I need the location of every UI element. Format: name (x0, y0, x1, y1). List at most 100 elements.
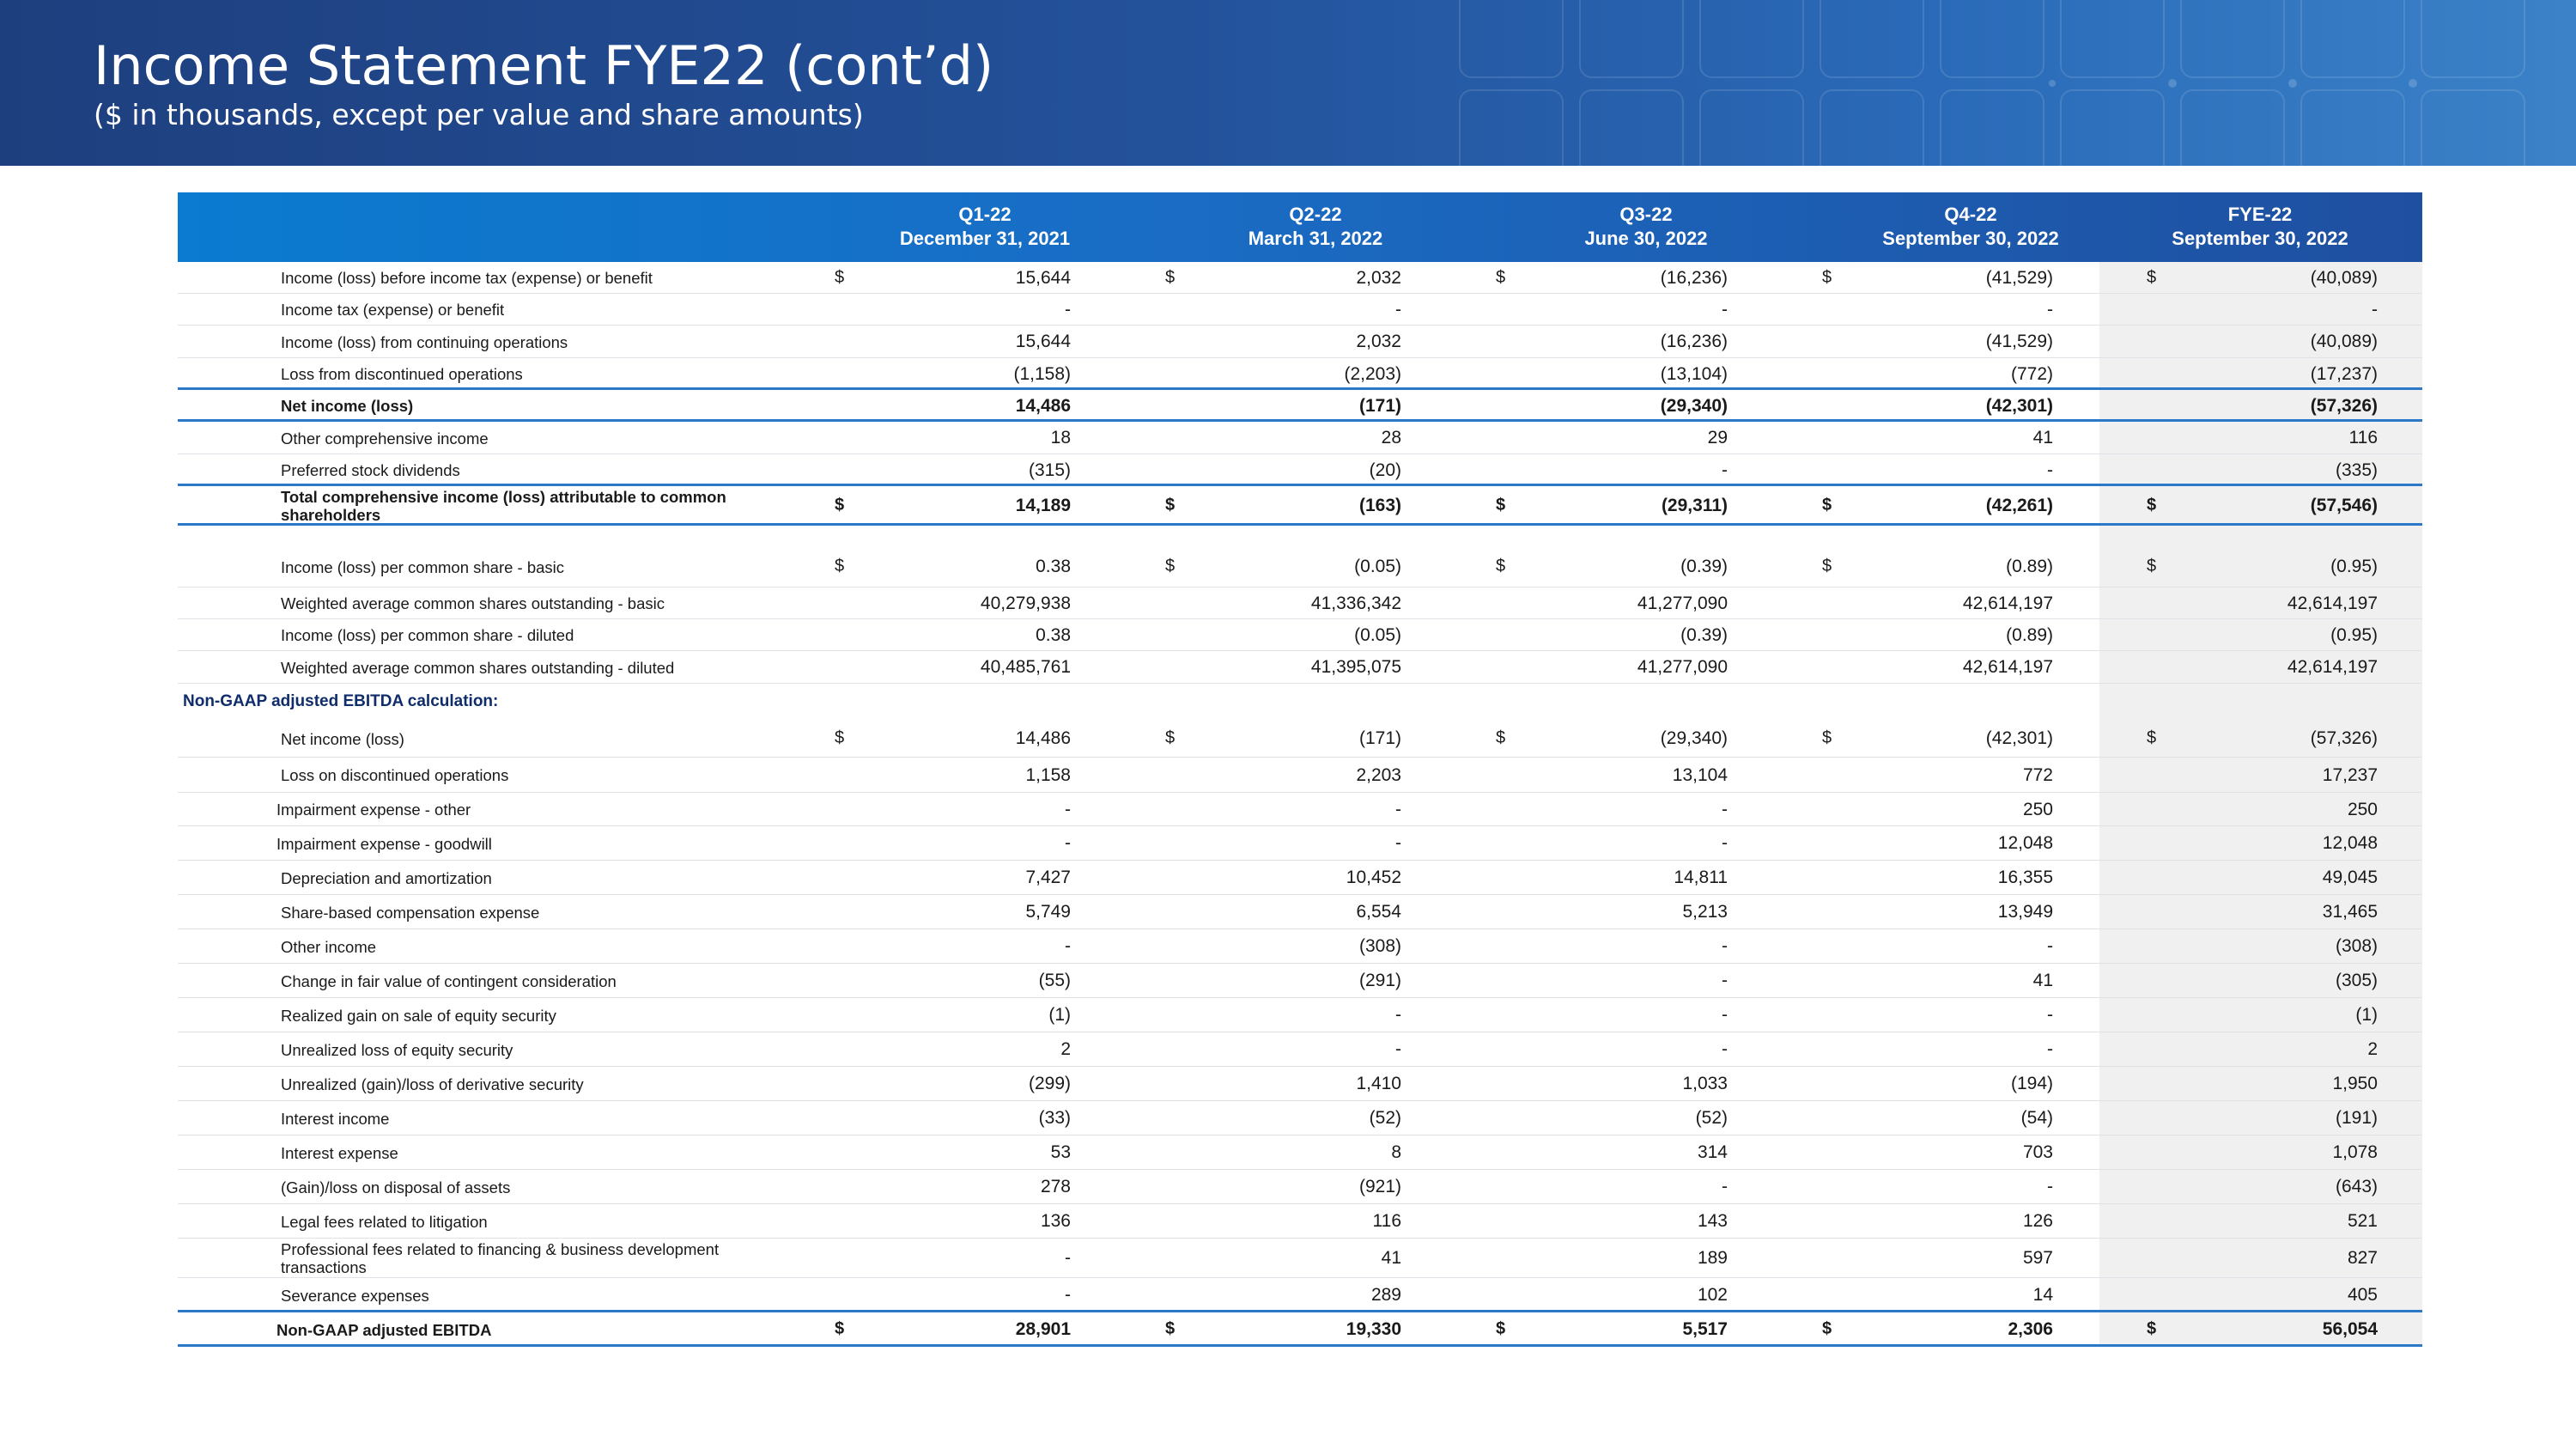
column-header-q4: Q4-22 September 30, 2022 (1882, 204, 2059, 249)
row-label: Weighted average common shares outstandi… (281, 659, 675, 677)
cell-value: - (1065, 833, 1071, 853)
table-row: Impairment expense - goodwill - - - 12,048 12… (178, 826, 2422, 861)
income-statement-table: Q1-22 December 31, 2021 Q2-22 March 31, … (178, 192, 2422, 1347)
cell-value: - (2047, 1039, 2053, 1059)
cell-value: 2,203 (1356, 765, 1401, 785)
row-label: Other comprehensive income (281, 429, 489, 447)
cell-value: 5,749 (1025, 902, 1071, 922)
cell-value: - (1722, 300, 1728, 320)
cell-value: - (1722, 1039, 1728, 1059)
cell-value: - (2372, 300, 2378, 320)
column-header-q2: Q2-22 March 31, 2022 (1248, 204, 1383, 249)
table-row: Impairment expense - other - - - 250 250 (178, 793, 2422, 826)
cell-value: 278 (1040, 1177, 1071, 1196)
cell-value: - (1395, 833, 1401, 853)
table-row: Legal fees related to litigation 136 116 14… (178, 1204, 2422, 1239)
table-row: Preferred stock dividends (315) (20) - - (335… (178, 454, 2422, 486)
cell-value: (163) (1358, 496, 1401, 515)
row-label: Preferred stock dividends (281, 461, 460, 479)
cell-value: 42,614,197 (1962, 657, 2053, 677)
cell-value: 5,517 (1682, 1319, 1728, 1339)
cell-value: 14,189 (1015, 496, 1071, 515)
cell-value: (55) (1038, 971, 1071, 990)
table-row: Depreciation and amortization 7,427 10,452… (178, 861, 2422, 895)
table-row: Income (loss) per common share - basic $0… (178, 546, 2422, 588)
cell-value: (0.39) (1680, 625, 1728, 645)
cell-value: 10,452 (1346, 868, 1401, 887)
table-row: Interest income (33) (52) (52) (54) (191) (178, 1101, 2422, 1135)
cell-value: (191) (2335, 1108, 2378, 1128)
cell-value: (16,236) (1660, 332, 1728, 351)
cell-value: 41,336,342 (1310, 594, 1401, 613)
section-label: Non-GAAP adjusted EBITDA calculation: (183, 692, 499, 710)
row-label: Other income (281, 938, 377, 956)
cell-value: (13,104) (1660, 364, 1728, 384)
table-row: Total comprehensive income (loss) attrib… (178, 486, 2422, 526)
cell-value: (16,236) (1660, 268, 1728, 288)
cell-value: (194) (2010, 1074, 2053, 1093)
cell-value: - (1065, 1248, 1071, 1268)
cell-value: (335) (2335, 460, 2378, 480)
cell-value: (0.89) (2006, 625, 2053, 645)
cell-value: (0.95) (2330, 557, 2378, 576)
cell-value: 29 (1707, 428, 1728, 447)
cell-value: (40,089) (2310, 268, 2378, 288)
table-body: Income (loss) before income tax (expense… (178, 262, 2422, 1347)
cell-value: (0.95) (2330, 625, 2378, 645)
cell-value: 41,277,090 (1637, 594, 1728, 613)
cell-value: 40,485,761 (980, 657, 1071, 677)
table-row: Non-GAAP adjusted EBITDA $28,901 $19,330 $5… (178, 1312, 2422, 1347)
cell-value: 6,554 (1356, 902, 1401, 922)
cell-value: (57,546) (2310, 496, 2378, 515)
cell-value: 703 (2022, 1142, 2053, 1162)
page-title: Income Statement FYE22 (cont’d) (94, 34, 994, 97)
row-label: Unrealized loss of equity security (281, 1041, 513, 1059)
table-row: Income (loss) from continuing operations… (178, 326, 2422, 358)
cell-value: 1,410 (1356, 1074, 1401, 1093)
cell-value: (0.89) (2006, 557, 2053, 576)
row-label: Net income (loss) (281, 397, 414, 415)
row-label: Weighted average common shares outstandi… (281, 594, 665, 612)
cell-value: 250 (2347, 800, 2378, 819)
row-label: Loss on discontinued operations (281, 766, 509, 784)
cell-value: (643) (2335, 1177, 2378, 1196)
table-row: Other income - (308) - - (308) (178, 929, 2422, 964)
cell-value: 189 (1697, 1248, 1728, 1268)
cell-value: 2 (1060, 1039, 1071, 1059)
cell-value: - (2047, 1005, 2053, 1025)
cell-value: (17,237) (2310, 364, 2378, 384)
table-row: Loss from discontinued operations (1,158)… (178, 358, 2422, 390)
row-label: Severance expenses (281, 1287, 429, 1305)
cell-value: 15,644 (1015, 268, 1071, 288)
row-label: Income (loss) per common share - basic (281, 558, 565, 576)
cell-value: 521 (2347, 1211, 2378, 1231)
cell-value: 41,277,090 (1637, 657, 1728, 677)
cell-value: 42,614,197 (2287, 594, 2378, 613)
cell-value: - (1722, 1005, 1728, 1025)
cell-value: - (1065, 300, 1071, 320)
cell-value: 28 (1381, 428, 1401, 447)
row-label: Professional fees related to financing &… (281, 1240, 720, 1276)
cell-value: (20) (1369, 460, 1401, 480)
table-row: Professional fees related to financing &… (178, 1239, 2422, 1278)
column-header-q3: Q3-22 June 30, 2022 (1584, 204, 1708, 249)
cell-value: (52) (1369, 1108, 1401, 1128)
cell-value: (305) (2335, 971, 2378, 990)
table-row: Income tax (expense) or benefit - - - - - (178, 294, 2422, 326)
cell-value: (40,089) (2310, 332, 2378, 351)
cell-value: (1) (2355, 1005, 2378, 1025)
cell-value: - (1395, 800, 1401, 819)
row-label: Interest expense (281, 1144, 398, 1162)
cell-value: 0.38 (1036, 625, 1071, 645)
table-row: Unrealized (gain)/loss of derivative sec… (178, 1067, 2422, 1101)
cell-value: 1,033 (1682, 1074, 1728, 1093)
cell-value: 42,614,197 (2287, 657, 2378, 677)
cell-value: - (1395, 1005, 1401, 1025)
cell-value: - (2047, 1177, 2053, 1196)
cell-value: 143 (1697, 1211, 1728, 1231)
cell-value: (41,529) (1985, 332, 2053, 351)
row-label: Depreciation and amortization (281, 869, 492, 887)
cell-value: 15,644 (1015, 332, 1071, 351)
cell-value: 1,950 (2332, 1074, 2378, 1093)
cell-value: (171) (1358, 728, 1401, 748)
